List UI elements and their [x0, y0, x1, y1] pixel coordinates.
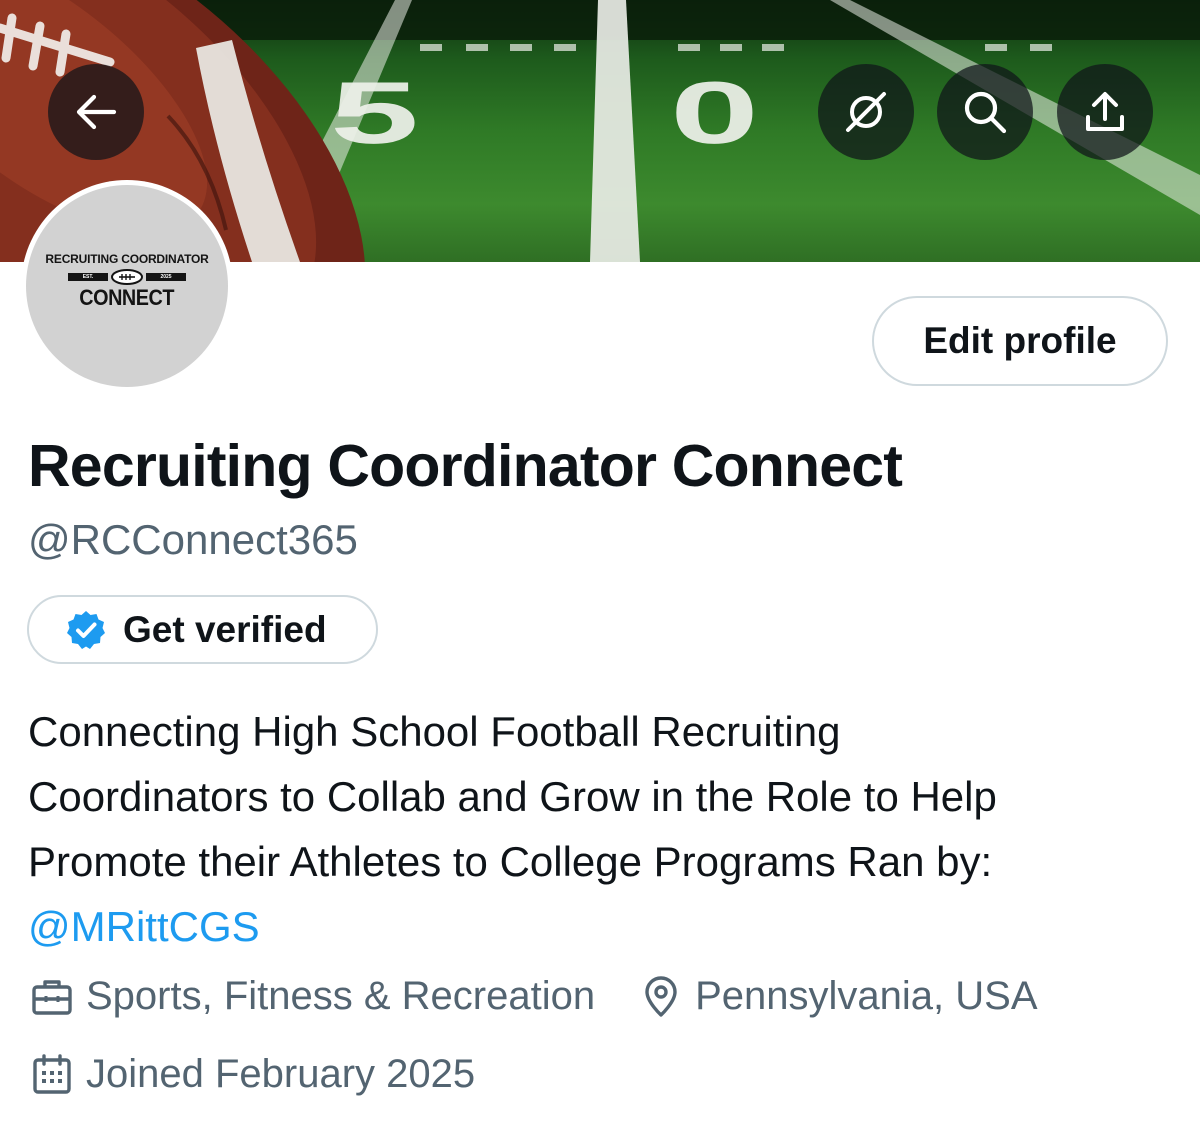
get-verified-button[interactable]: Get verified — [27, 595, 378, 664]
bio-line: Connecting High School Football Recruiti… — [28, 708, 841, 755]
search-icon — [964, 91, 1007, 134]
bio-mention-link[interactable]: @MRittCGS — [28, 894, 1178, 959]
profile-bio: Connecting High School Football Recruiti… — [28, 699, 1178, 959]
avatar-year-label: 2025 — [160, 273, 172, 280]
joined-item: Joined February 2025 — [30, 1052, 475, 1097]
avatar[interactable]: RECRUITING COORDINATOR EST. 2025 CONNECT — [21, 180, 233, 392]
handle: @RCConnect365 — [28, 516, 358, 563]
field-number: 5 — [330, 64, 419, 162]
avatar-est-label: EST. — [82, 273, 94, 280]
profile-meta-row: Joined February 2025 — [30, 1052, 475, 1097]
search-button[interactable] — [937, 64, 1033, 160]
edit-profile-button[interactable]: Edit profile — [872, 296, 1168, 386]
profile-meta-row: Sports, Fitness & Recreation Pennsylvani… — [30, 974, 1038, 1019]
avatar-logo-bottom-text: CONNECT — [79, 284, 175, 310]
joined-label: Joined February 2025 — [86, 1052, 476, 1096]
back-button[interactable] — [48, 64, 144, 160]
share-icon — [1086, 92, 1124, 131]
get-verified-label: Get verified — [123, 608, 327, 650]
field-number: 0 — [670, 64, 759, 162]
location-label: Pennsylvania, USA — [695, 974, 1038, 1018]
bio-line: Coordinators to Collab and Grow in the R… — [28, 773, 997, 820]
briefcase-icon — [32, 979, 72, 1015]
verified-badge-icon — [67, 610, 105, 649]
grok-icon — [846, 92, 886, 132]
avatar-logo-bar: EST. 2025 — [68, 268, 186, 285]
share-button[interactable] — [1057, 64, 1153, 160]
football-icon — [111, 268, 143, 285]
avatar-logo: RECRUITING COORDINATOR EST. 2025 CONNECT — [26, 185, 228, 387]
calendar-icon — [33, 1053, 71, 1094]
location-item: Pennsylvania, USA — [639, 974, 1038, 1019]
category-label: Sports, Fitness & Recreation — [86, 974, 596, 1018]
display-name: Recruiting Coordinator Connect — [28, 433, 903, 499]
location-pin-icon — [645, 975, 677, 1017]
grok-button[interactable] — [818, 64, 914, 160]
avatar-logo-top-text: RECRUITING COORDINATOR — [45, 251, 209, 266]
category-item: Sports, Fitness & Recreation — [30, 974, 595, 1019]
arrow-left-icon — [76, 94, 117, 130]
bio-line: Promote their Athletes to College Progra… — [28, 838, 993, 885]
